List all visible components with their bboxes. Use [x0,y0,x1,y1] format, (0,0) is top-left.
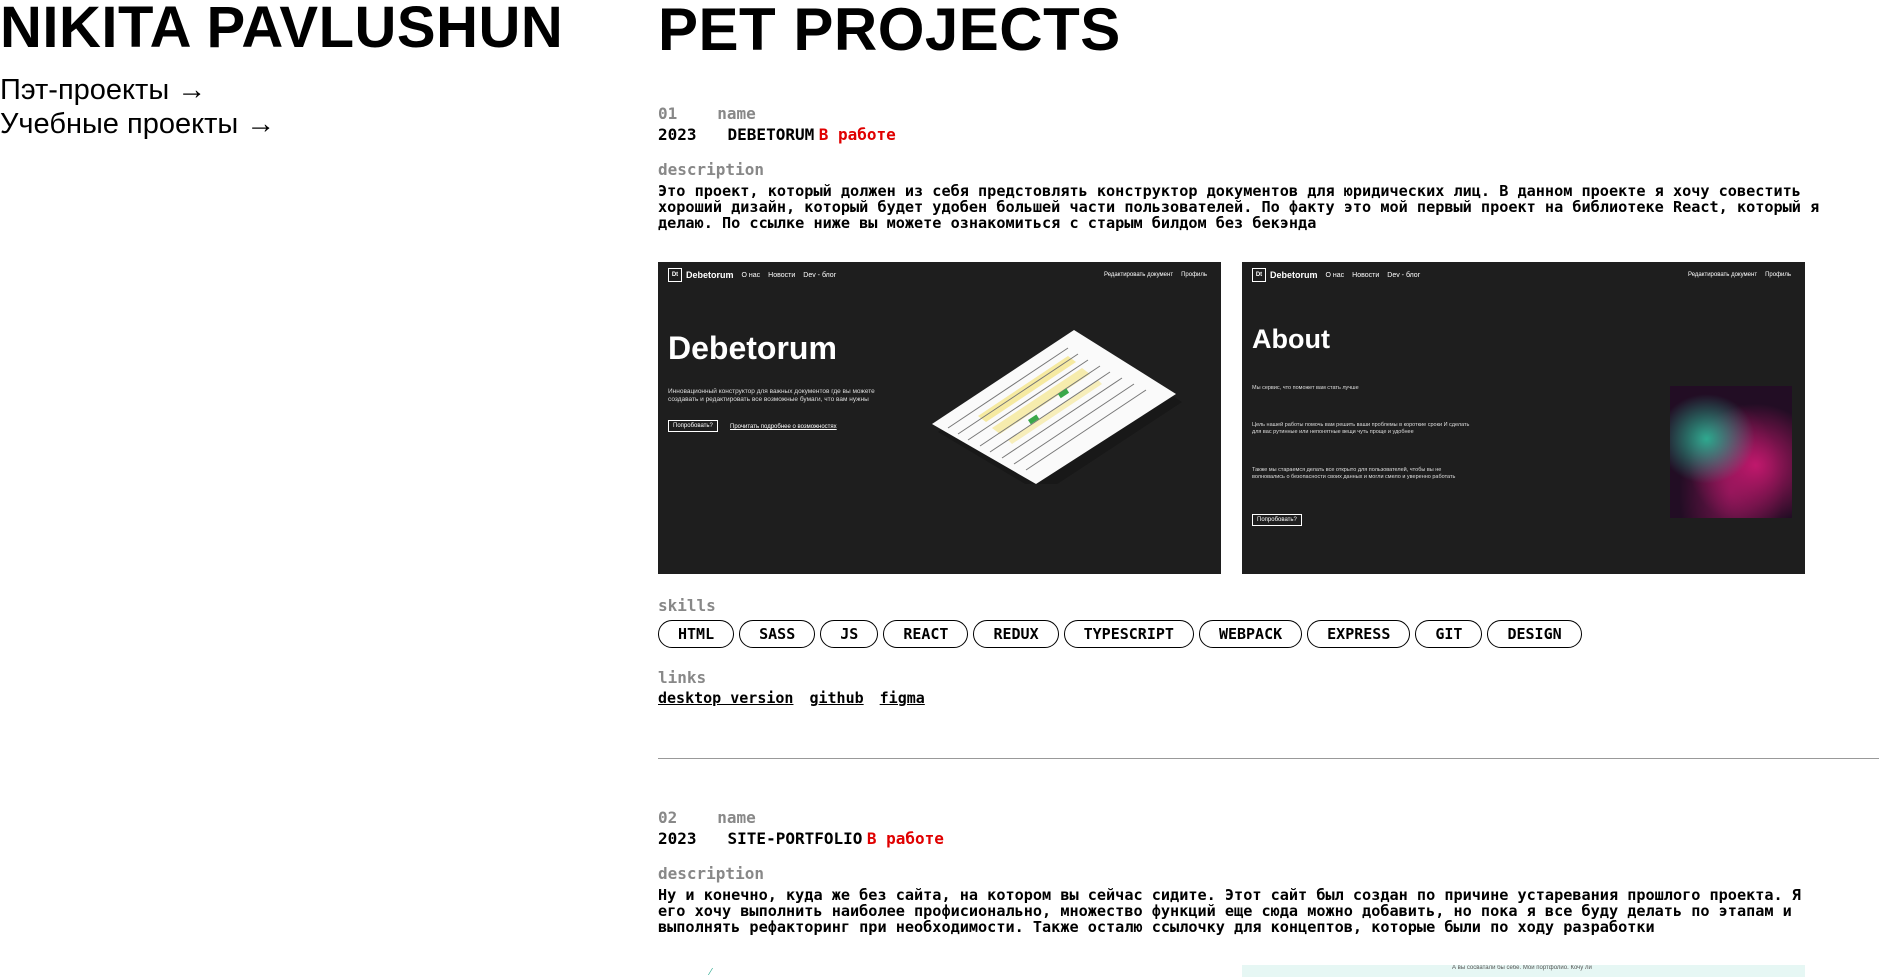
description-label: description [658,864,764,883]
logo-icon: Dt [668,268,682,282]
screenshot-menu-item: Редактировать документ [1103,272,1174,278]
screenshot-nav: Dt Debetorum О нас Новости Dev - блог [668,268,836,282]
screenshot-logo: Dt Debetorum [668,268,734,282]
project-year: 2023 [658,829,697,848]
skills-label-row: skills [658,596,716,617]
skill-tag: JS [820,620,879,648]
link-desktop-version[interactable]: desktop version [658,689,793,707]
screenshot-heading: About [1252,324,1330,354]
nav-link-study-projects[interactable]: Учебные проекты → [0,107,275,141]
skill-tag: TYPESCRIPT [1063,620,1194,648]
link-github[interactable]: github [809,689,863,707]
screenshot-menu-item: Новости [768,271,796,279]
project-header-values: 2023 SITE-PORTFOLIO В работе [658,829,944,850]
document-illustration [918,324,1188,494]
decorative-mark-icon: ⁄ [710,967,712,978]
skill-tag: WEBPACK [1198,620,1303,648]
abstract-image [1670,386,1792,518]
skill-tag: HTML [658,620,735,648]
logo-icon: Dt [1252,268,1266,282]
skill-tag: REACT [883,620,969,648]
screenshot-text: Инновационный конструктор для важных док… [668,388,875,403]
screenshot-caption: А вы сосватали бы себе. Мой портфолио. К… [1452,965,1592,971]
project-year: 2023 [658,125,697,144]
page-title: PET PROJECTS [658,0,1121,63]
project-name: DEBETORUM [727,125,815,144]
screenshot-logo-text: Debetorum [1270,270,1318,280]
status-badge: В работе [818,125,896,144]
name-label: name [717,104,756,123]
screenshot-read-more-link: Прочитать подробнее о возможностях [730,424,837,430]
project-screenshot-about[interactable]: Dt Debetorum О нас Новости Dev - блог Ред… [1242,262,1805,574]
project-header-values: 2023 DEBETORUM В работе [658,125,896,146]
links-label: links [658,668,707,687]
nav-link-pet-projects[interactable]: Пэт-проекты → [0,73,275,107]
skill-tag: REDUX [973,620,1059,648]
project-links: desktop version github figma [658,689,925,707]
status-badge: В работе [866,829,944,848]
screenshot-menu-item: О нас [741,271,761,279]
project-number: 02 [658,808,678,827]
skill-tag: DESIGN [1487,620,1582,648]
project-divider [658,758,1879,759]
skill-tag: EXPRESS [1307,620,1411,648]
screenshot-text: Мы сервис, что поможет вам стать лучше [1252,385,1359,391]
screenshot-nav-right: Редактировать документ Профиль [1688,272,1791,278]
project-screenshot-home[interactable]: Dt Debetorum О нас Новости Dev - блог Ред… [658,262,1221,574]
screenshot-logo-text: Debetorum [686,270,734,280]
skills-list: HTML SASS JS REACT REDUX TYPESCRIPT WEBP… [658,620,1582,648]
screenshot-try-button: Попробовать? [1252,514,1302,526]
screenshot-menu-item: Dev - блог [1387,271,1421,279]
skill-tag: SASS [739,620,816,648]
link-figma[interactable]: figma [880,689,925,707]
links-label-row: links [658,668,706,689]
description-label-row: description [658,160,764,181]
document-icon [932,330,1182,494]
screenshot-text: Также мы стараемся делать все открыто дл… [1252,467,1456,480]
screenshot-menu-item: Dev - блог [803,271,837,279]
project-screenshot-portfolio[interactable]: А вы сосватали бы себе. Мой портфолио. К… [1242,965,1805,977]
screenshot-try-button: Попробовать? [668,420,718,432]
screenshot-heading: Debetorum [668,330,837,366]
screenshot-menu-item: Новости [1352,271,1380,279]
screenshot-menu-item: О нас [1325,271,1345,279]
project-description: Ну и конечно, куда же без сайта, на кото… [658,886,1801,936]
description-label-row: description [658,864,764,885]
project-number: 01 [658,104,678,123]
skill-tag: GIT [1415,620,1483,648]
project-description: Это проект, который должен из себя предс… [658,182,1820,232]
screenshot-logo: Dt Debetorum [1252,268,1318,282]
screenshot-nav-right: Редактировать документ Профиль [1104,272,1207,278]
screenshot-menu-item: Профиль [1181,272,1207,278]
screenshot-text: Цель нашей работы помочь вам решить ваши… [1252,422,1470,435]
screenshot-nav: Dt Debetorum О нас Новости Dev - блог [1252,268,1420,282]
sidebar-nav: Пэт-проекты → Учебные проекты → [0,73,275,141]
name-label: name [717,808,756,827]
owner-name: NIKITA PAVLUSHUN [0,0,564,60]
screenshot-menu-item: Профиль [1765,272,1791,278]
screenshot-menu-item: Редактировать документ [1687,272,1758,278]
project-header-labels: 01 name [658,104,756,125]
project-name: SITE-PORTFOLIO [727,829,863,848]
skills-label: skills [658,596,716,615]
description-label: description [658,160,764,179]
project-header-labels: 02 name [658,808,756,829]
